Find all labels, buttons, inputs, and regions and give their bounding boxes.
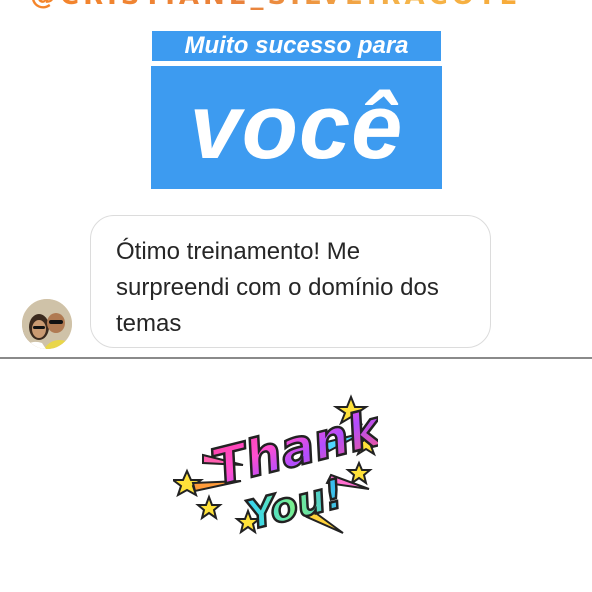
avatar-photo-icon <box>22 299 72 349</box>
text-sticker-line-1: Muito sucesso para <box>152 31 441 61</box>
text-sticker-line-2: você <box>151 66 442 189</box>
star-icon <box>195 494 223 521</box>
message-bubble[interactable]: Ótimo treinamento! Me surpreendi com o d… <box>90 215 491 348</box>
mention-handle[interactable]: @CRISTIANE_SILVEIRACOTE <box>30 0 570 11</box>
message-text: Ótimo treinamento! Me surpreendi com o d… <box>116 238 439 337</box>
avatar[interactable] <box>22 299 72 349</box>
star-icon <box>345 460 373 486</box>
story-reply-section: @CRISTIANE_SILVEIRACOTE Muito sucesso pa… <box>0 0 592 358</box>
thank-you-sticker[interactable]: Thank You! <box>173 393 378 553</box>
